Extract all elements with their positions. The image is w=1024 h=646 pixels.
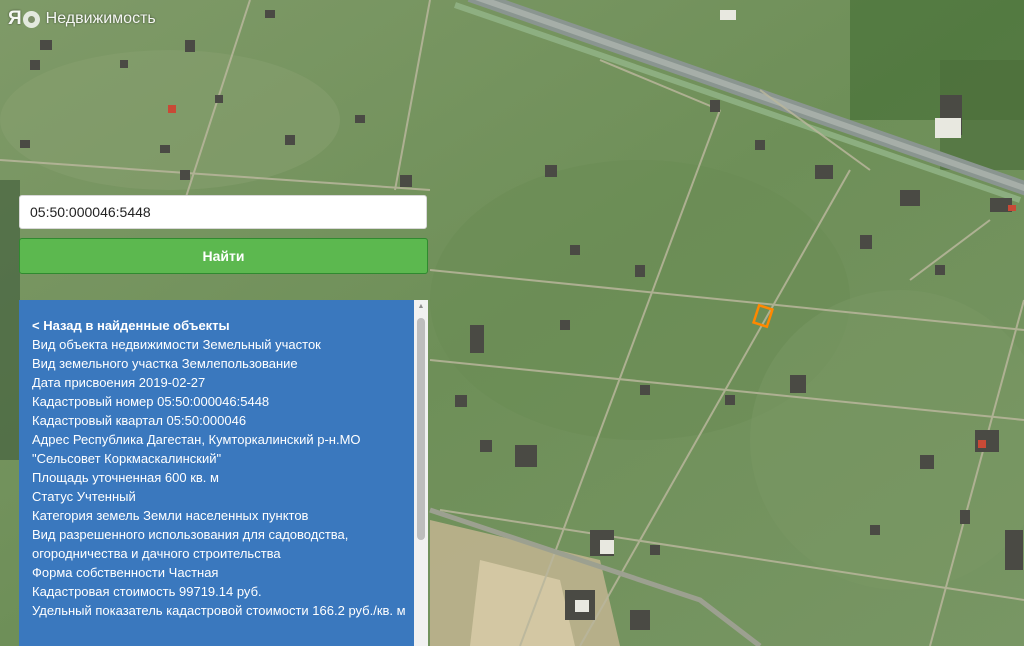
- info-row: Удельный показатель кадастровой стоимост…: [32, 601, 412, 620]
- info-row: Вид земельного участка Землепользование: [32, 354, 412, 373]
- scroll-up-icon[interactable]: ▲: [414, 300, 428, 314]
- info-row: Кадастровый квартал 05:50:000046: [32, 411, 412, 430]
- info-value: Частная: [168, 565, 219, 580]
- info-key: Форма собственности: [32, 565, 166, 580]
- cadastral-search-input[interactable]: [19, 195, 427, 229]
- info-key: Категория земель: [32, 508, 140, 523]
- info-key: Вид разрешенного использования: [32, 527, 240, 542]
- info-row: Площадь уточненная 600 кв. м: [32, 468, 412, 487]
- info-key: Кадастровая стоимость: [32, 584, 176, 599]
- field-patch: [0, 50, 340, 190]
- info-key: Кадастровый номер: [32, 394, 154, 409]
- info-row: Статус Учтенный: [32, 487, 412, 506]
- search-button[interactable]: Найти: [19, 238, 428, 274]
- info-value: Земли населенных пунктов: [143, 508, 309, 523]
- info-key: Адрес: [32, 432, 70, 447]
- scroll-thumb[interactable]: [417, 318, 425, 540]
- info-row: Кадастровый номер 05:50:000046:5448: [32, 392, 412, 411]
- info-key: Удельный показатель кадастровой стоимост…: [32, 603, 309, 618]
- info-value: Учтенный: [76, 489, 136, 504]
- object-info-fields: Вид объекта недвижимости Земельный участ…: [32, 335, 412, 620]
- info-value: 05:50:000046: [166, 413, 247, 428]
- info-value: 2019-02-27: [138, 375, 206, 390]
- brand-logo[interactable]: Я Недвижимость: [8, 8, 156, 30]
- back-to-results-link[interactable]: < Назад в найденные объекты: [32, 316, 412, 335]
- info-key: Статус: [32, 489, 74, 504]
- info-row: Категория земель Земли населенных пункто…: [32, 506, 412, 525]
- info-value: 600 кв. м: [164, 470, 219, 485]
- brand-circle-icon: [22, 10, 40, 28]
- info-row: Кадастровая стоимость 99719.14 руб.: [32, 582, 412, 601]
- info-value: 99719.14 руб.: [179, 584, 262, 599]
- info-key: Вид земельного участка: [32, 356, 179, 371]
- info-row: Форма собственности Частная: [32, 563, 412, 582]
- info-key: Кадастровый квартал: [32, 413, 163, 428]
- info-key: Дата присвоения: [32, 375, 136, 390]
- info-row: Вид разрешенного использования для садов…: [32, 525, 412, 563]
- info-row: Адрес Республика Дагестан, Кумторкалинск…: [32, 430, 412, 468]
- yandex-logo-icon: Я: [8, 8, 22, 29]
- object-info-content: < Назад в найденные объекты Вид объекта …: [19, 300, 428, 620]
- info-value: Землепользование: [181, 356, 298, 371]
- info-value: Республика Дагестан, Кумторкалинский р-н…: [32, 432, 361, 466]
- info-value: 05:50:000046:5448: [157, 394, 270, 409]
- brand-name: Недвижимость: [45, 10, 156, 27]
- dark-strip: [0, 180, 20, 460]
- info-value: 166.2 руб./кв. м: [312, 603, 406, 618]
- info-key: Площадь уточненная: [32, 470, 162, 485]
- info-value: Земельный участок: [202, 337, 321, 352]
- panel-scrollbar[interactable]: ▲: [414, 300, 428, 646]
- info-row: Вид объекта недвижимости Земельный участ…: [32, 335, 412, 354]
- info-key: Вид объекта недвижимости: [32, 337, 199, 352]
- info-row: Дата присвоения 2019-02-27: [32, 373, 412, 392]
- object-info-panel: < Назад в найденные объекты Вид объекта …: [19, 300, 428, 646]
